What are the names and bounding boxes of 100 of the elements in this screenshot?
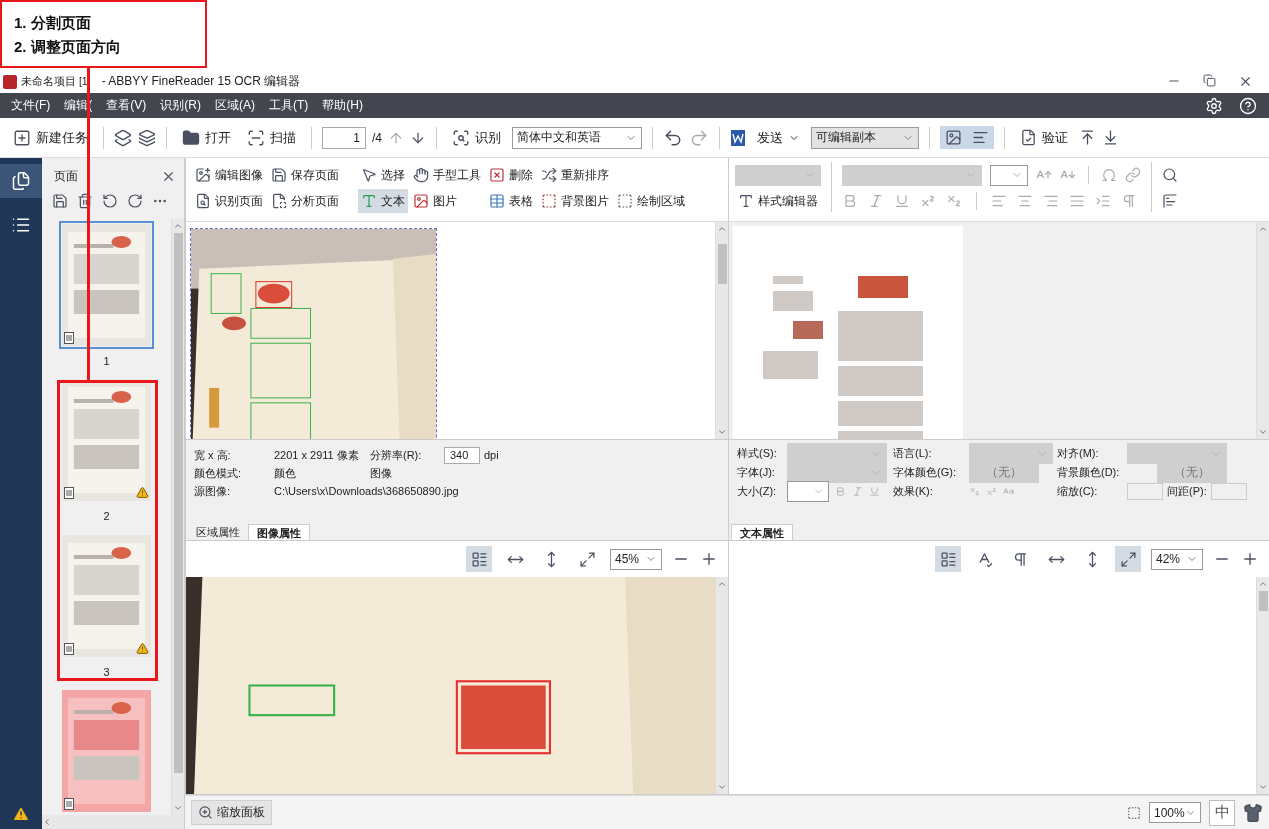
dashed-square-icon[interactable]: [541, 193, 557, 209]
save-icon[interactable]: [52, 193, 68, 209]
image-view-toggle[interactable]: [940, 126, 967, 149]
folder-icon[interactable]: [182, 128, 200, 147]
menu-item[interactable]: 工具(T): [262, 97, 316, 114]
table-icon[interactable]: [489, 193, 505, 209]
scroll-down-icon[interactable]: [717, 427, 727, 437]
text-lines-icon[interactable]: [972, 129, 989, 146]
scroll-down-icon[interactable]: [1258, 427, 1268, 437]
word-document-icon[interactable]: [730, 128, 746, 147]
page-number-field[interactable]: 1: [322, 126, 366, 149]
restore-icon[interactable]: [1203, 74, 1216, 87]
scroll-up-icon[interactable]: [717, 224, 727, 234]
layers-icon[interactable]: [138, 128, 156, 147]
file-check-icon[interactable]: [1020, 129, 1037, 146]
file-scan-icon[interactable]: [271, 193, 287, 209]
ribbon-button[interactable]: 图片: [410, 189, 484, 213]
scroll-left-icon[interactable]: [42, 817, 52, 827]
verify-button[interactable]: 验证: [1015, 125, 1073, 150]
image-icon[interactable]: [945, 129, 962, 146]
properties-tab[interactable]: 图像属性: [248, 524, 310, 540]
pages-icon[interactable]: [11, 171, 31, 191]
zoom-dropdown[interactable]: 45%: [610, 548, 662, 570]
scan-button[interactable]: 扫描: [242, 125, 301, 150]
upload-icon[interactable]: [1079, 129, 1096, 146]
settings-icon[interactable]: [1205, 96, 1223, 115]
recognize-button[interactable]: 识别: [447, 125, 506, 150]
save-icon[interactable]: [271, 167, 287, 183]
ribbon-button[interactable]: 表格: [486, 189, 536, 213]
pages-tab[interactable]: [0, 164, 42, 198]
close-icon[interactable]: [1238, 74, 1253, 89]
scrollbar-thumb[interactable]: [1258, 591, 1268, 611]
text-view-toggle[interactable]: [967, 126, 994, 149]
ribbon-button[interactable]: 绘制区域: [614, 189, 688, 213]
format-dropdown[interactable]: 可编辑副本: [811, 126, 919, 149]
delete-icon[interactable]: [77, 193, 93, 209]
scroll-up-icon[interactable]: [173, 221, 183, 231]
shirt-icon[interactable]: [1243, 802, 1263, 823]
image-icon[interactable]: [413, 193, 429, 209]
close-icon[interactable]: [161, 169, 176, 184]
scroll-up-icon[interactable]: [1258, 224, 1268, 234]
scroll-down-icon[interactable]: [717, 782, 727, 792]
dashed-square-icon[interactable]: [617, 193, 633, 209]
scroll-down-icon[interactable]: [173, 803, 183, 813]
hand-icon[interactable]: [413, 167, 429, 183]
properties-tab[interactable]: 区域属性: [188, 524, 248, 540]
style-editor-button[interactable]: 样式编辑器: [735, 189, 821, 213]
ribbon-button[interactable]: 文本: [358, 189, 408, 213]
size-dropdown[interactable]: [787, 481, 829, 502]
ribbon-button[interactable]: 识别页面: [192, 189, 266, 213]
font-size-dropdown[interactable]: [990, 164, 1028, 186]
resolution-field[interactable]: 340: [444, 446, 480, 464]
search-icon[interactable]: [1162, 167, 1178, 183]
selection-icon[interactable]: [1127, 805, 1141, 820]
zoom-dropdown[interactable]: 42%: [1151, 548, 1203, 570]
menu-item[interactable]: 文件(F): [4, 97, 58, 114]
rotate-left-icon[interactable]: [102, 193, 118, 209]
list-icon[interactable]: [11, 215, 31, 235]
file-search-icon[interactable]: [195, 193, 211, 209]
properties-tab[interactable]: 文本属性: [731, 524, 793, 540]
ribbon-button[interactable]: 背景图片: [538, 189, 612, 213]
scroll-up-icon[interactable]: [1258, 579, 1268, 589]
ribbon-button[interactable]: 重新排序: [538, 163, 612, 187]
scroll-up-icon[interactable]: [717, 579, 727, 589]
language-dropdown[interactable]: 简体中文和英语: [512, 126, 642, 149]
zoom-dropdown[interactable]: 100%: [1149, 802, 1201, 823]
pointer-icon[interactable]: [361, 167, 377, 183]
menu-item[interactable]: 区域(A): [208, 97, 262, 114]
ribbon-button[interactable]: 手型工具: [410, 163, 484, 187]
text-icon[interactable]: [361, 193, 377, 209]
add-layers-icon[interactable]: [114, 128, 132, 147]
ribbon-button[interactable]: 选择: [358, 163, 408, 187]
ribbon-button[interactable]: 删除: [486, 163, 536, 187]
image-edit-icon[interactable]: [195, 167, 211, 183]
scale-field[interactable]: [1127, 483, 1163, 500]
ribbon-button[interactable]: 保存页面: [268, 163, 342, 187]
zoom-in-icon[interactable]: [700, 550, 718, 568]
menu-item[interactable]: 识别(R): [153, 97, 208, 114]
input-method-button[interactable]: 中: [1209, 799, 1235, 826]
ribbon-button[interactable]: 编辑图像: [192, 163, 266, 187]
warning-icon[interactable]: [12, 805, 30, 823]
menu-item[interactable]: 帮助(H): [315, 97, 370, 114]
plus-square-icon[interactable]: [13, 128, 31, 147]
zoom-panel-button[interactable]: 缩放面板: [191, 800, 272, 825]
reorder-icon[interactable]: [541, 167, 557, 183]
menu-item[interactable]: 查看(V): [99, 97, 154, 114]
help-icon[interactable]: [1239, 96, 1257, 115]
scroll-down-icon[interactable]: [1258, 782, 1268, 792]
zoom-in-icon[interactable]: [1241, 550, 1259, 568]
zoom-in-icon[interactable]: [198, 805, 213, 820]
spacing-field[interactable]: [1210, 483, 1247, 500]
delete-icon[interactable]: [489, 167, 505, 183]
open-button[interactable]: 打开: [177, 125, 236, 150]
layout-icon[interactable]: [1162, 193, 1178, 209]
ribbon-button[interactable]: 分析页面: [268, 189, 342, 213]
download-icon[interactable]: [1102, 129, 1119, 146]
scanner-icon[interactable]: [247, 128, 265, 147]
scrollbar-thumb[interactable]: [717, 244, 727, 284]
new-task-button[interactable]: 新建任务: [8, 125, 93, 150]
scan-search-icon[interactable]: [452, 128, 470, 147]
